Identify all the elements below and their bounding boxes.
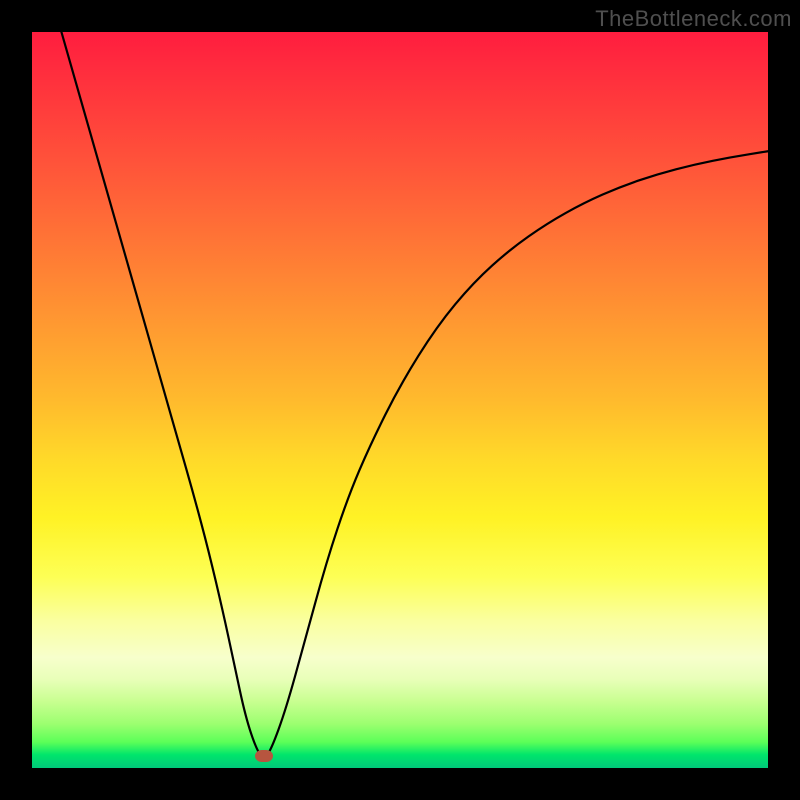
chart-frame: TheBottleneck.com xyxy=(0,0,800,800)
plot-area xyxy=(32,32,768,768)
bottleneck-curve xyxy=(32,32,768,768)
watermark-text: TheBottleneck.com xyxy=(595,6,792,32)
minimum-marker xyxy=(255,750,273,762)
